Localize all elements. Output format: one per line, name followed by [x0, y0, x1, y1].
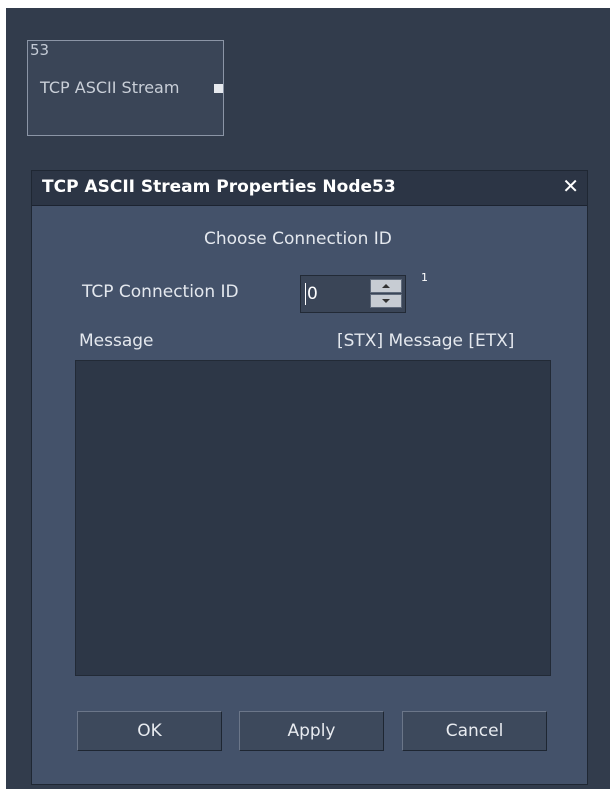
arrow-down-icon	[382, 299, 390, 303]
apply-button[interactable]: Apply	[239, 711, 384, 751]
ok-button[interactable]: OK	[77, 711, 222, 751]
properties-dialog: TCP ASCII Stream Properties Node53 ✕ Cho…	[31, 170, 588, 785]
node-widget[interactable]: 53 TCP ASCII Stream	[27, 40, 224, 136]
node-id: 53	[30, 41, 50, 59]
message-textarea[interactable]	[75, 360, 551, 676]
cancel-button[interactable]: Cancel	[402, 711, 547, 751]
message-format-hint: [STX] Message [ETX]	[337, 331, 515, 351]
node-output-port[interactable]	[214, 84, 223, 93]
dialog-titlebar[interactable]: TCP ASCII Stream Properties Node53 ✕	[32, 171, 587, 206]
node-canvas[interactable]: 53 TCP ASCII Stream TCP ASCII Stream Pro…	[6, 8, 610, 789]
node-label: TCP ASCII Stream	[40, 78, 180, 97]
dialog-title: TCP ASCII Stream Properties Node53	[42, 177, 396, 197]
tcp-connection-id-label: TCP Connection ID	[82, 282, 239, 302]
spin-up-button[interactable]	[370, 279, 402, 293]
connection-id-input[interactable]	[305, 278, 369, 310]
close-icon[interactable]: ✕	[562, 176, 579, 196]
connection-id-max: 1	[421, 271, 428, 284]
spinner-buttons	[370, 279, 402, 309]
choose-connection-heading: Choose Connection ID	[204, 229, 392, 249]
connection-id-spinbox[interactable]	[300, 275, 406, 313]
spin-down-button[interactable]	[370, 294, 402, 308]
message-label: Message	[79, 331, 154, 351]
arrow-up-icon	[382, 284, 390, 288]
